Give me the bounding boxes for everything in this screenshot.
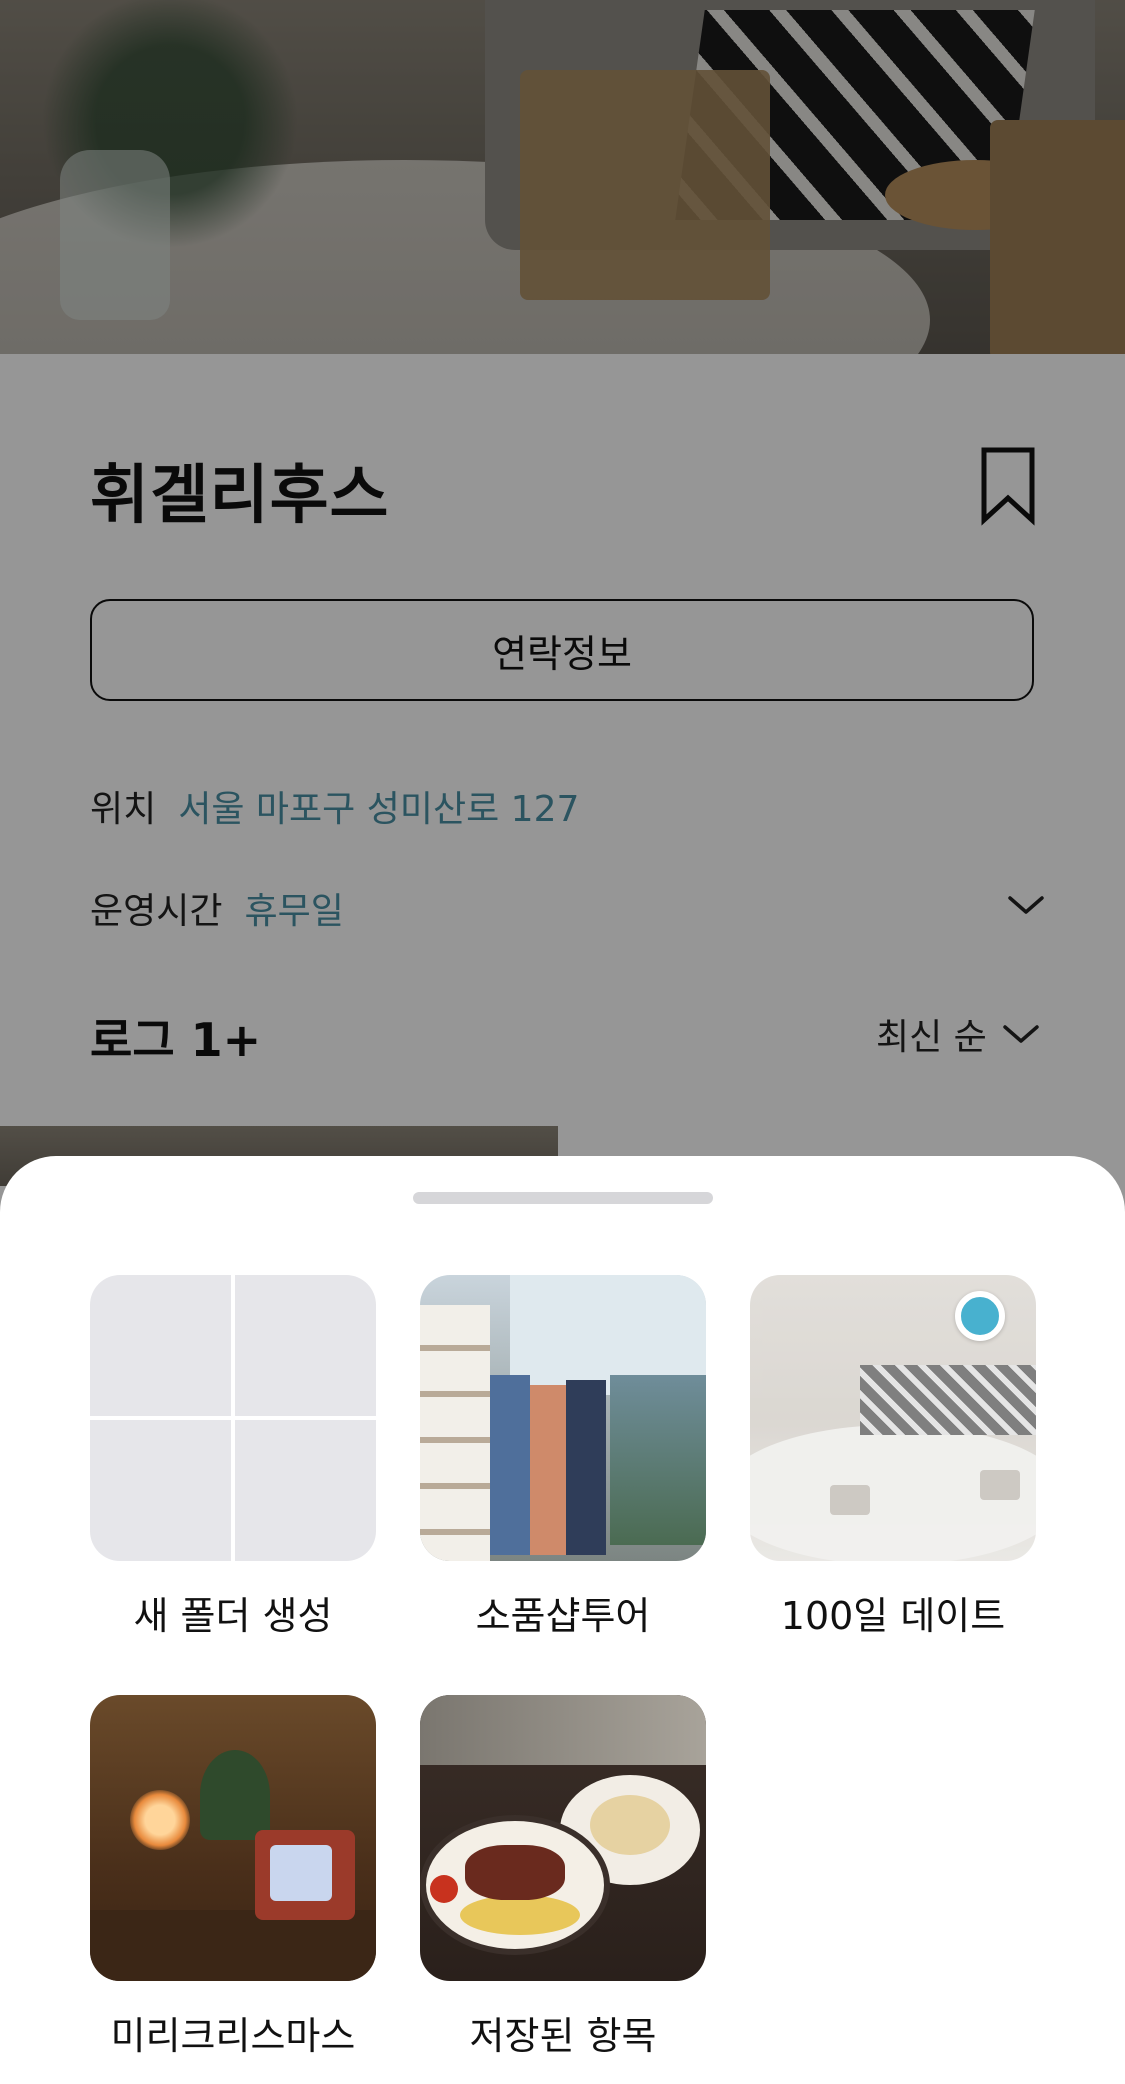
folder-label: 소품샵투어 xyxy=(475,1594,651,1638)
folder-thumbnail xyxy=(750,1275,1036,1561)
folder-thumbnail xyxy=(420,1275,706,1561)
new-folder-button[interactable]: 새 폴더 생성 xyxy=(90,1275,376,1640)
folder-item-selected[interactable]: 100일 데이트 xyxy=(750,1275,1036,1640)
folder-item[interactable]: 소품샵투어 xyxy=(420,1275,706,1640)
sheet-grabber-handle[interactable] xyxy=(413,1192,713,1204)
folder-item[interactable]: 저장된 항목 xyxy=(420,1695,706,2060)
save-to-folder-sheet: 새 폴더 생성 소품샵투어 100일 데이트 미리크리스마스 저장된 항목 xyxy=(0,1156,1125,2084)
new-folder-grid-icon xyxy=(90,1275,376,1561)
folder-item[interactable]: 미리크리스마스 xyxy=(90,1695,376,2060)
folder-thumbnail xyxy=(90,1695,376,1981)
folder-label: 저장된 항목 xyxy=(469,2014,657,2058)
folder-thumbnail xyxy=(420,1695,706,1981)
selected-indicator-icon xyxy=(955,1291,1005,1341)
folder-label: 100일 데이트 xyxy=(780,1594,1006,1638)
folder-label: 미리크리스마스 xyxy=(110,2014,356,2058)
folder-label: 새 폴더 생성 xyxy=(133,1594,333,1638)
